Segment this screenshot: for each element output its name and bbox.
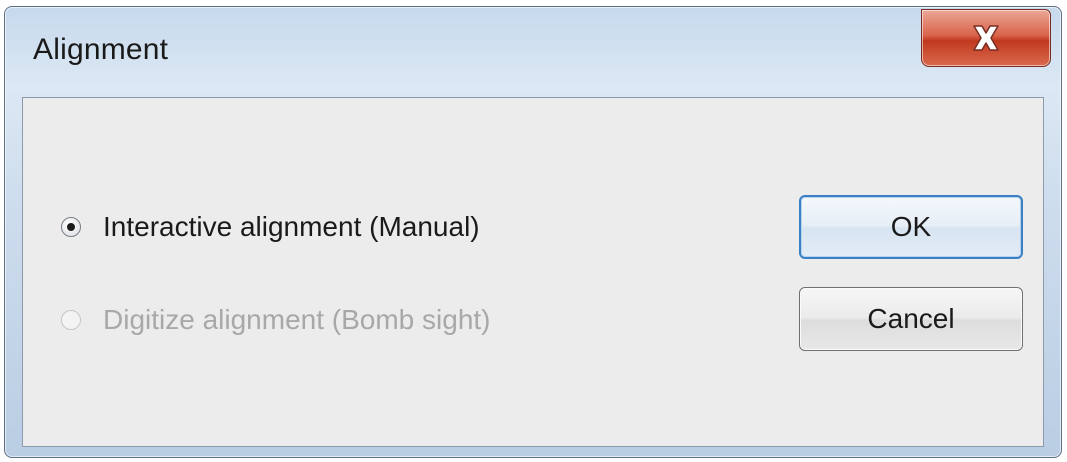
- ok-button[interactable]: OK: [799, 195, 1023, 259]
- alignment-dialog: Alignment Interactive alignment (Manual)…: [4, 6, 1062, 458]
- radio-button-checked[interactable]: [61, 217, 81, 237]
- cancel-button[interactable]: Cancel: [799, 287, 1023, 351]
- radio-label-digitize: Digitize alignment (Bomb sight): [103, 304, 491, 335]
- radio-interactive-alignment[interactable]: Interactive alignment (Manual): [61, 211, 480, 243]
- close-icon: [973, 25, 999, 51]
- radio-label-interactive: Interactive alignment (Manual): [103, 211, 480, 242]
- close-button[interactable]: [921, 9, 1051, 67]
- dialog-body: Interactive alignment (Manual) Digitize …: [22, 97, 1044, 447]
- window-title: Alignment: [33, 33, 169, 66]
- title-bar[interactable]: Alignment: [5, 7, 1061, 97]
- radio-button-disabled: [61, 310, 81, 330]
- radio-digitize-alignment: Digitize alignment (Bomb sight): [61, 304, 491, 336]
